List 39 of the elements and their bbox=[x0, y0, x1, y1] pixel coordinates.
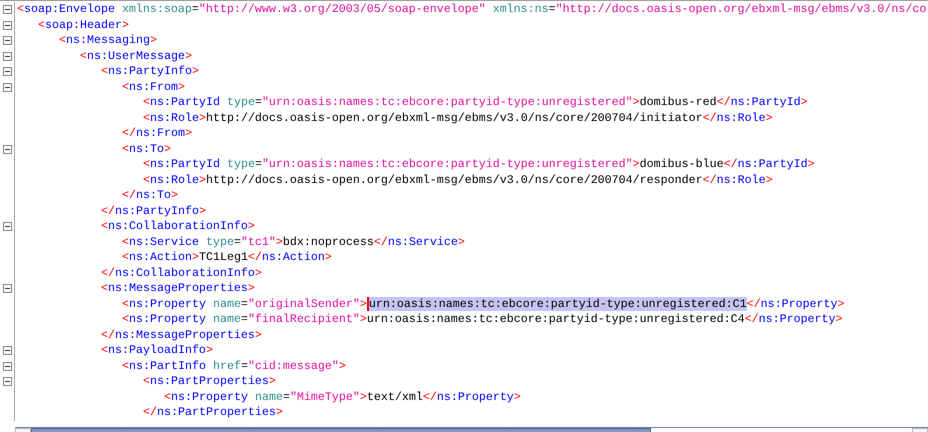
code-line: <ns:CollaborationInfo> bbox=[101, 219, 255, 233]
code-line: <ns:PartProperties> bbox=[143, 374, 276, 388]
code-line: <ns:PartyId type="urn:oasis:names:tc:ebcore:partyid-type:unregistered">domibus-blue</ns:PartyId> bbox=[143, 157, 815, 171]
code-line: <ns:PartyId type="urn:oasis:names:tc:ebcore:partyid-type:unregistered">domibus-red</ns:PartyId> bbox=[143, 95, 808, 109]
code-line: <ns:Property name="originalSender"> urn:oasis:names:tc:ebcore:partyid-type:unregistered:C1</ns:Property> bbox=[122, 296, 845, 310]
code-line: <ns:To> bbox=[122, 142, 171, 156]
code-line: <ns:Property name="MimeType">text/xml</ns:Property> bbox=[164, 390, 521, 404]
code-line: </ns:MessageProperties> bbox=[101, 328, 262, 342]
code-line: <soap:Header> bbox=[38, 18, 129, 32]
code-line: <ns:Service type="tc1">bdx:noprocess</ns:Service> bbox=[122, 234, 465, 248]
code-line: <ns:Messaging> bbox=[59, 33, 157, 47]
collapse-icon[interactable] bbox=[2, 82, 12, 92]
code-line: </ns:CollaborationInfo> bbox=[101, 266, 262, 280]
code-line: <ns:Action>TC1Leg1</ns:Action> bbox=[122, 250, 332, 264]
code-line: <ns:From> bbox=[122, 80, 185, 94]
collapse-icon[interactable] bbox=[2, 36, 12, 46]
collapse-icon[interactable] bbox=[2, 377, 12, 386]
code-line: <ns:PartyInfo> bbox=[101, 64, 199, 78]
code-line: </ns:PartyInfo> bbox=[101, 204, 206, 218]
collapse-icon[interactable] bbox=[2, 20, 12, 30]
code-line: <soap:Envelope xmlns:soap="http://www.w3.org/2003/05/soap-envelope" xmlns:ns="http://docs.oasis-open.org/ebxml-msg/ebms/v3.0/ns/co bbox=[17, 2, 926, 16]
code-line: <ns:UserMessage> bbox=[80, 48, 192, 62]
collapse-icon[interactable] bbox=[2, 362, 12, 371]
code-line: <ns:Property name="finalRecipient">urn:oasis:names:tc:ebcore:partyid-type:unregistered:C4</ns:Property> bbox=[122, 312, 843, 326]
collapse-icon[interactable] bbox=[2, 144, 12, 154]
collapse-icon[interactable] bbox=[2, 222, 12, 232]
collapse-icon[interactable] bbox=[2, 67, 12, 76]
code-line: </ns:From> bbox=[122, 126, 192, 140]
collapse-icon[interactable] bbox=[2, 52, 12, 61]
code-line: </ns:To> bbox=[122, 188, 178, 202]
code-line: <ns:PayloadInfo> bbox=[101, 343, 213, 357]
code-line: <ns:MessageProperties> bbox=[101, 281, 255, 295]
collapse-icon[interactable] bbox=[2, 5, 12, 14]
code-line: </ns:PartProperties> bbox=[143, 405, 283, 419]
code-line: <ns:Role>http://docs.oasis-open.org/ebxml-msg/ebms/v3.0/ns/core/200704/responder</ns:Role> bbox=[143, 172, 773, 186]
collapse-icon[interactable] bbox=[2, 346, 12, 356]
code-line: <ns:Role>http://docs.oasis-open.org/ebxml-msg/ebms/v3.0/ns/core/200704/initiator</ns:Role> bbox=[143, 110, 773, 124]
collapse-icon[interactable] bbox=[2, 284, 12, 294]
code-line: <ns:PartInfo href="cid:message"> bbox=[122, 358, 346, 372]
